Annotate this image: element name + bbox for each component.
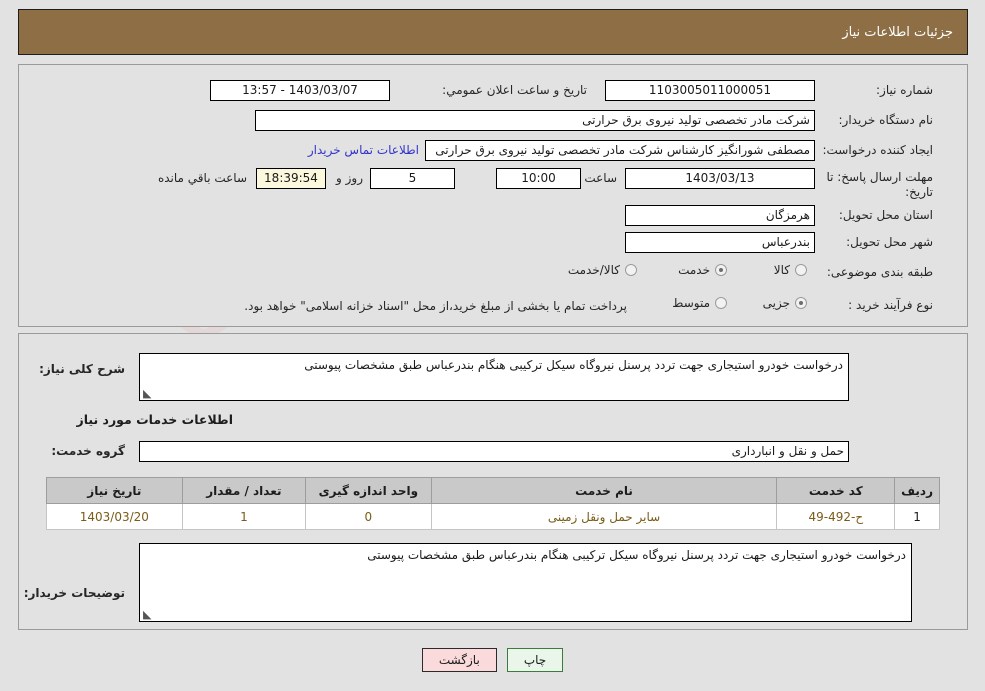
announce-datetime-value: 1403/03/07 - 13:57 [210,80,390,101]
need-number-value: 1103005011000051 [605,80,815,101]
page-header: جزئیات اطلاعات نیاز [18,9,968,55]
deadline-days-label: روز و [336,171,363,185]
general-description-label: شرح کلی نیاز: [39,362,125,376]
radio-button-circle[interactable] [715,297,727,309]
radio-button-circle[interactable] [715,264,727,276]
deadline-countdown-label: ساعت باقي مانده [157,171,247,185]
th-unit: واحد اندازه گیری [305,477,432,504]
td-need-date: 1403/03/20 [46,503,183,530]
table-header-row: ردیف کد خدمت نام خدمت واحد اندازه گیری ت… [46,477,940,504]
deadline-countdown-value: 18:39:54 [256,168,326,189]
requester-label: ایجاد کننده درخواست: [822,143,933,157]
table-row[interactable]: 1 ح-492-49 سایر حمل ونقل زمینی 0 1 1403/… [46,503,940,530]
province-value: هرمزگان [625,205,815,226]
city-label: شهر محل تحویل: [846,235,933,249]
subject-category-label: طبقه بندی موضوعی: [826,265,933,279]
need-number-label: شماره نیاز: [876,83,933,97]
general-description-textarea[interactable]: درخواست خودرو استیجاری جهت تردد پرسنل نی… [139,353,849,401]
deadline-time-label: ساعت [584,171,617,185]
radio-subject-khedmat[interactable]: خدمت [678,263,727,277]
buyer-org-value: شرکت مادر تخصصی تولید نیروی برق حرارتی [255,110,815,131]
resize-grip-icon[interactable]: ◢ [143,608,153,621]
province-label: استان محل تحویل: [838,208,933,222]
td-service-code: ح-492-49 [776,503,896,530]
page-title: جزئیات اطلاعات نیاز [842,24,953,40]
th-row: ردیف [894,477,940,504]
radio-button-circle[interactable] [795,264,807,276]
deadline-date-value: 1403/03/13 [625,168,815,189]
deadline-label: مهلت ارسال پاسخ: تا تاریخ: [826,170,933,199]
radio-process-motavaset[interactable]: متوسط [672,296,727,310]
general-description-value: درخواست خودرو استیجاری جهت تردد پرسنل نی… [304,358,843,372]
services-section-title: اطلاعات خدمات مورد نیاز [76,412,234,427]
services-table: ردیف کد خدمت نام خدمت واحد اندازه گیری ت… [46,477,940,530]
islamic-treasury-note: پرداخت تمام یا بخشی از مبلغ خرید،از محل … [244,299,627,313]
purchase-process-label: نوع فرآیند خرید : [848,298,933,312]
buyer-notes-textarea[interactable]: درخواست خودرو استیجاری جهت تردد پرسنل نی… [139,543,912,622]
service-group-value: حمل و نقل و انبارداری [139,441,849,462]
announce-datetime-label: تاریخ و ساعت اعلان عمومي: [442,83,587,97]
th-service-code: کد خدمت [776,477,896,504]
radio-button-circle[interactable] [625,264,637,276]
radio-button-circle[interactable] [795,297,807,309]
back-button[interactable]: بازگشت [421,648,497,672]
city-value: بندرعباس [625,232,815,253]
radio-label: جزیی [762,296,790,310]
buyer-notes-label: توضیحات خریدار: [23,586,125,600]
th-need-date: تاریخ نیاز [46,477,183,504]
radio-subject-kala-khedmat[interactable]: کالا/خدمت [568,263,637,277]
footer-button-row: چاپ بازگشت [0,648,985,672]
buyer-notes-value: درخواست خودرو استیجاری جهت تردد پرسنل نی… [367,548,906,562]
td-row: 1 [894,503,940,530]
td-quantity: 1 [181,503,307,530]
requester-value: مصطفی شورانگیز کارشناس شرکت مادر تخصصی ت… [425,140,815,161]
deadline-time-value: 10:00 [496,168,581,189]
th-quantity: تعداد / مقدار [181,477,307,504]
buyer-contact-link[interactable]: اطلاعات تماس خریدار [308,143,419,157]
services-table-wrapper: ردیف کد خدمت نام خدمت واحد اندازه گیری ت… [46,477,940,530]
print-button[interactable]: چاپ [506,648,564,672]
radio-label: خدمت [678,263,710,277]
radio-label: متوسط [672,296,710,310]
deadline-days-value: 5 [370,168,455,189]
th-service-name: نام خدمت [430,477,778,504]
buyer-org-label: نام دستگاه خریدار: [838,113,934,127]
radio-subject-kala[interactable]: کالا [774,263,807,277]
td-unit: 0 [305,503,432,530]
radio-label: کالا [773,263,790,277]
radio-label: کالا/خدمت [567,263,620,277]
radio-process-jozei[interactable]: جزیی [763,296,807,310]
td-service-name: سایر حمل ونقل زمینی [430,503,778,530]
service-group-label: گروه خدمت: [51,444,125,458]
resize-grip-icon[interactable]: ◢ [143,387,153,400]
